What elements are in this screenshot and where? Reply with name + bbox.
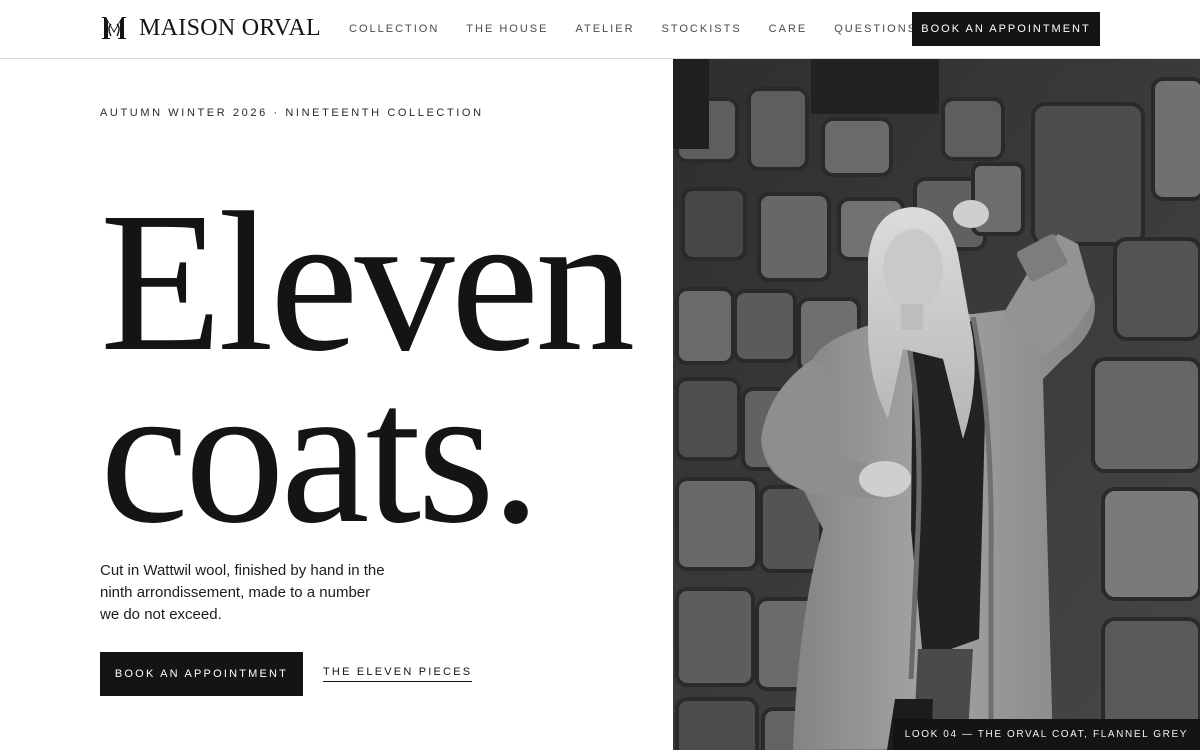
main-nav: COLLECTION THE HOUSE ATELIER STOCKISTS C…	[349, 22, 944, 36]
eleven-pieces-link[interactable]: THE ELEVEN PIECES	[323, 666, 473, 682]
nav-stockists[interactable]: STOCKISTS	[662, 22, 742, 36]
look-caption: LOOK 04 — THE ORVAL COAT, FLANNEL GREY	[892, 719, 1200, 750]
nav-care[interactable]: CARE	[769, 22, 808, 36]
nav-atelier[interactable]: ATELIER	[575, 22, 634, 36]
brand-name: MAISON ORVAL	[139, 15, 321, 41]
headline-line-1: Eleven	[100, 172, 635, 393]
nav-collection[interactable]: COLLECTION	[349, 22, 439, 36]
brand-logo[interactable]: MAISON ORVAL	[100, 14, 321, 42]
hero-intro-text: Cut in Wattwil wool, finished by hand in…	[100, 562, 385, 623]
monogram-icon	[102, 17, 126, 39]
site-header: MAISON ORVAL COLLECTION THE HOUSE ATELIE…	[0, 0, 1200, 59]
nav-the-house[interactable]: THE HOUSE	[466, 22, 548, 36]
nav-questions[interactable]: QUESTIONS	[834, 22, 917, 36]
header-book-appointment-button[interactable]: BOOK AN APPOINTMENT	[912, 12, 1100, 46]
collection-eyebrow: AUTUMN WINTER 2026 · NINETEENTH COLLECTI…	[100, 107, 484, 119]
hero-photo: LOOK 04 — THE ORVAL COAT, FLANNEL GREY	[673, 59, 1200, 750]
model-in-coat-photo	[673, 59, 1200, 750]
hero-headline: Eleven coats.	[100, 172, 635, 555]
hero-book-appointment-button[interactable]: BOOK AN APPOINTMENT	[100, 652, 303, 696]
